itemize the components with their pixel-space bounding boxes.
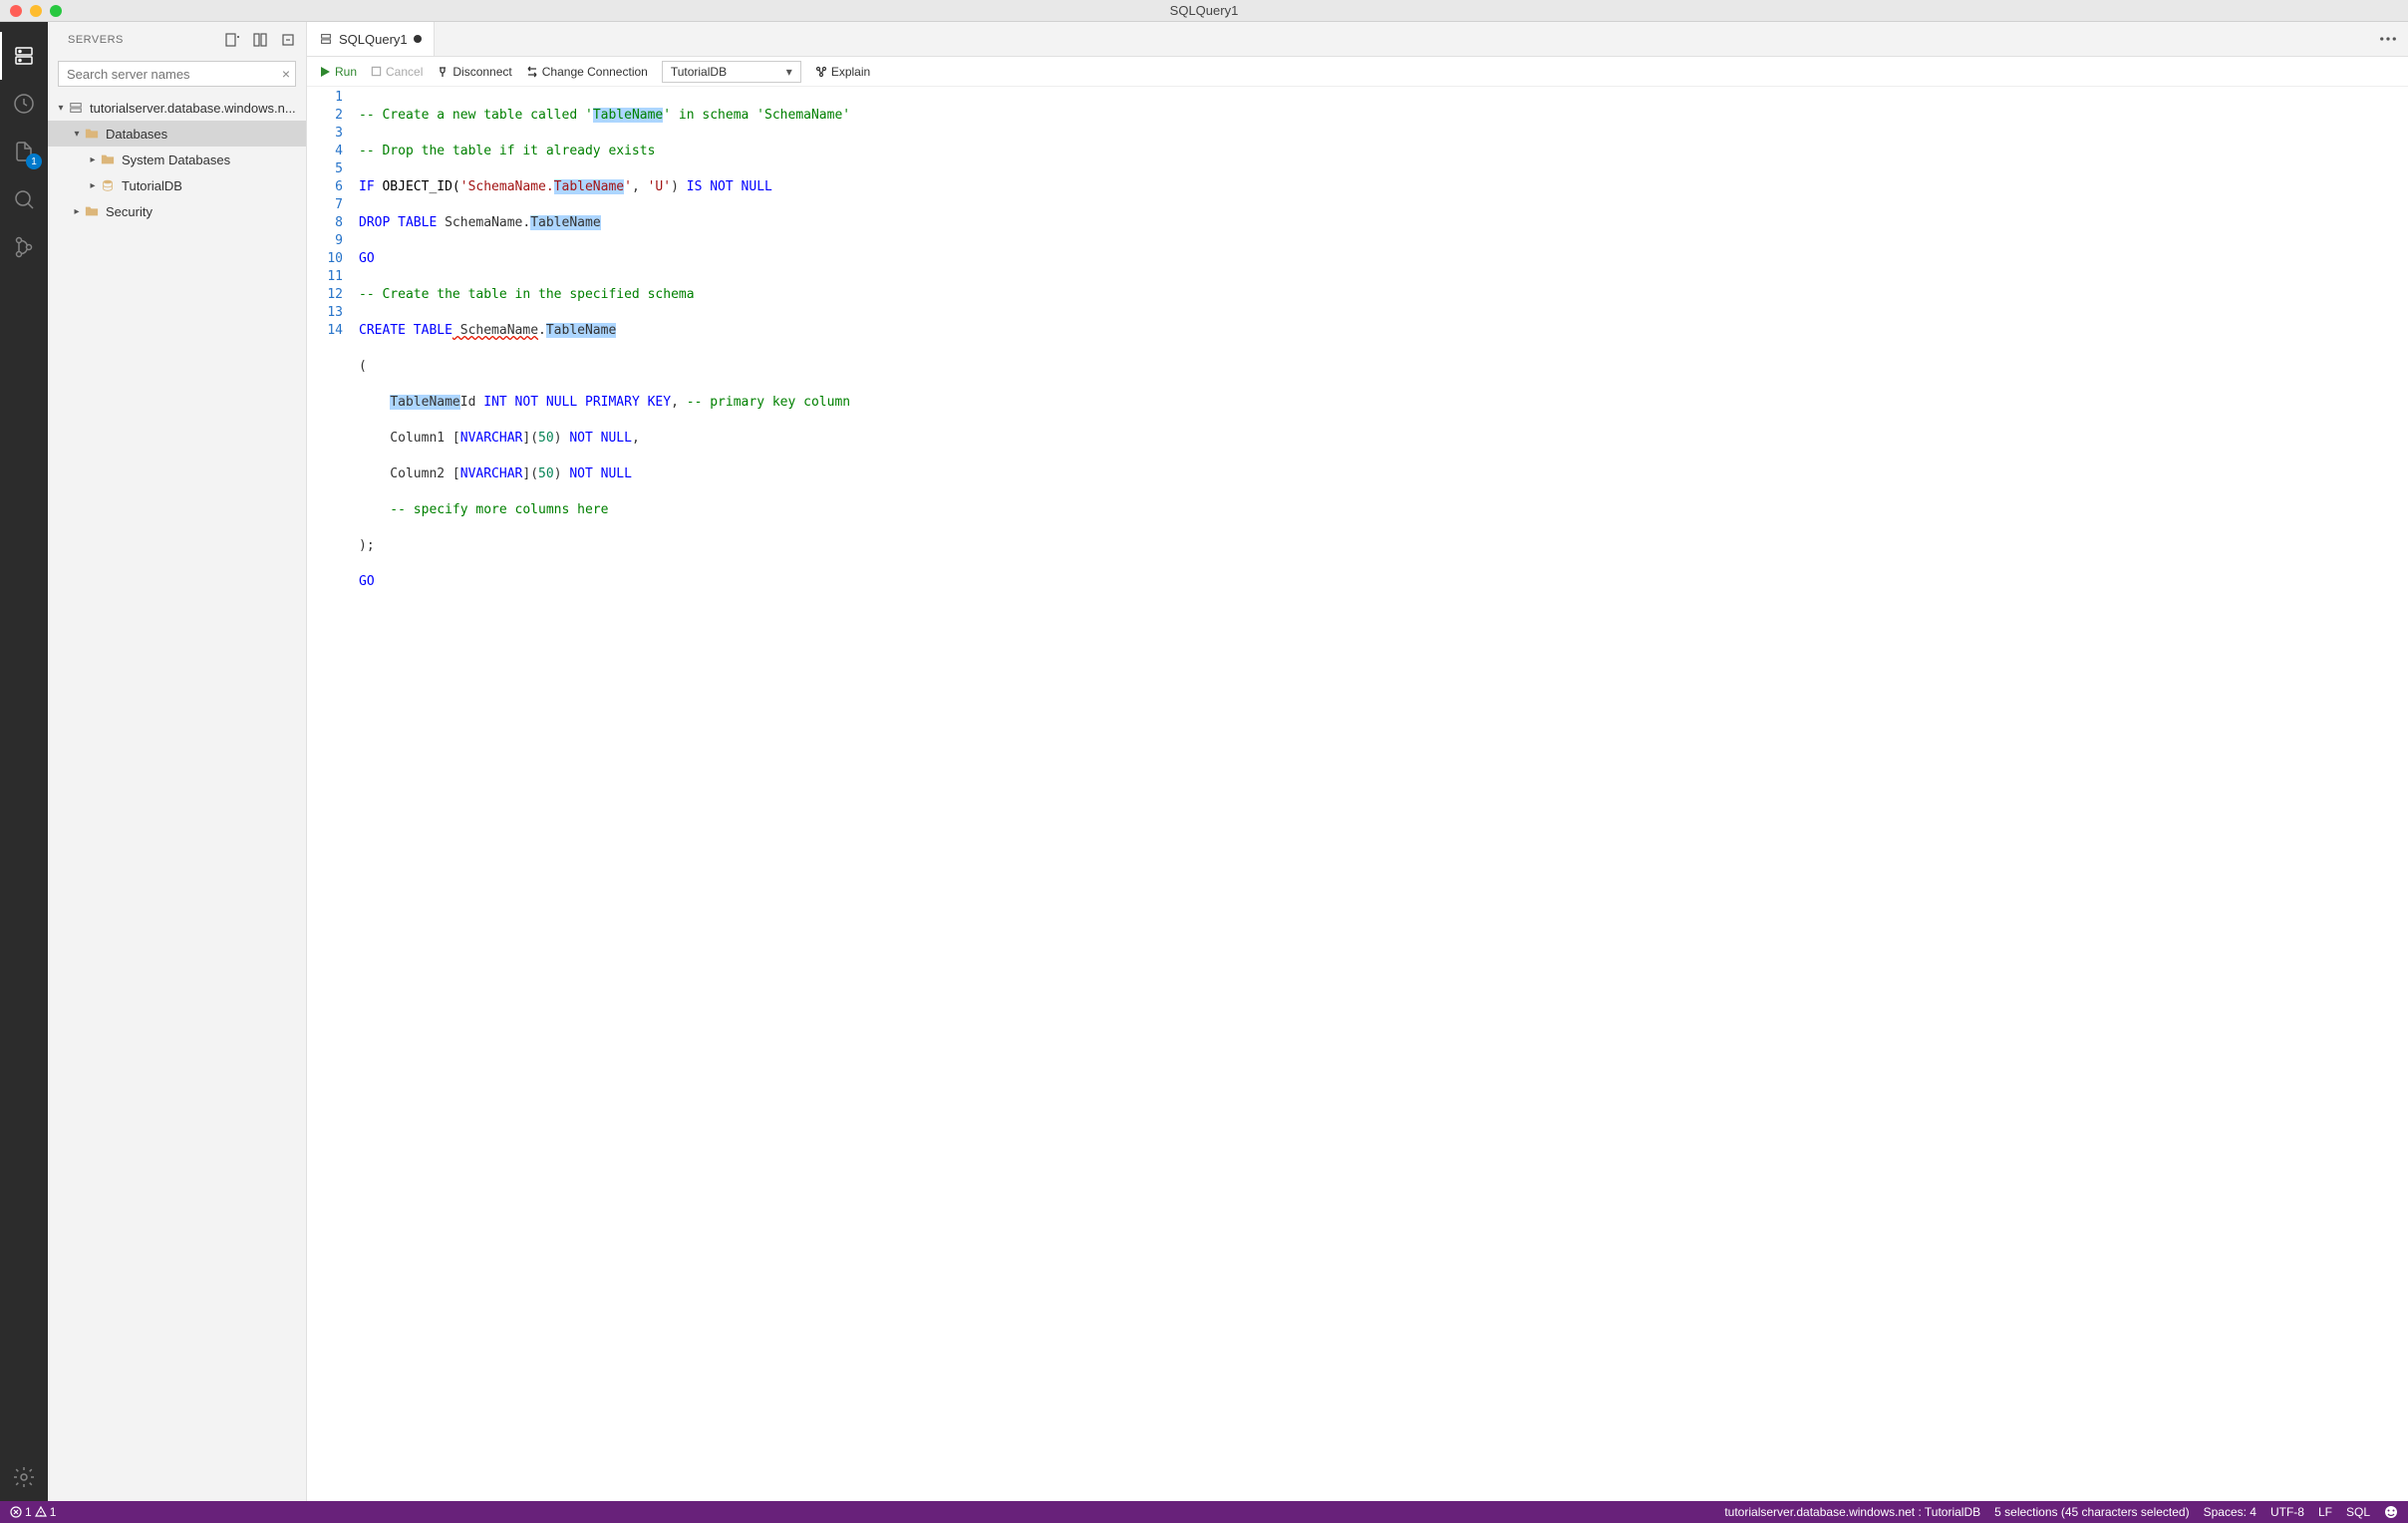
new-connection-icon[interactable]	[224, 32, 240, 48]
status-problems[interactable]: 1 1	[10, 1505, 56, 1519]
new-group-icon[interactable]	[252, 32, 268, 48]
status-eol[interactable]: LF	[2318, 1505, 2332, 1519]
explorer-badge: 1	[26, 153, 42, 169]
minimize-window-button[interactable]	[30, 5, 42, 17]
chevron-right-icon[interactable]: ▸	[72, 206, 82, 217]
status-spaces[interactable]: Spaces: 4	[2204, 1505, 2257, 1519]
sidebar-title: SERVERS	[68, 34, 124, 46]
servers-activity-icon[interactable]	[0, 32, 48, 80]
sidebar-header: SERVERS	[48, 22, 306, 57]
tree-system-databases[interactable]: ▸ System Databases	[48, 147, 306, 172]
explorer-activity-icon[interactable]: 1	[0, 128, 48, 175]
tree-label: tutorialserver.database.windows.n...	[90, 101, 296, 116]
tree-label: Databases	[106, 127, 167, 142]
status-feedback-icon[interactable]	[2384, 1505, 2398, 1519]
code-content[interactable]: -- Create a new table called 'TableName'…	[355, 87, 2408, 1501]
tasks-activity-icon[interactable]	[0, 80, 48, 128]
tree-databases[interactable]: ▾ Databases	[48, 121, 306, 147]
tabbar: SQLQuery1	[307, 22, 2408, 57]
tree-label: Security	[106, 204, 152, 219]
query-toolbar: Run Cancel Disconnect Change Connection …	[307, 57, 2408, 87]
code-editor[interactable]: 1234567891011121314 -- Create a new tabl…	[307, 87, 2408, 1501]
explain-button[interactable]: Explain	[815, 65, 870, 79]
titlebar: SQLQuery1	[0, 0, 2408, 22]
tree-label: System Databases	[122, 152, 230, 167]
search-input[interactable]	[58, 61, 296, 87]
database-icon	[100, 177, 116, 193]
tab-label: SQLQuery1	[339, 32, 408, 47]
server-tree: ▾ tutorialserver.database.windows.n... ▾…	[48, 91, 306, 1501]
status-connection[interactable]: tutorialserver.database.windows.net : Tu…	[1724, 1505, 1980, 1519]
folder-icon	[84, 203, 100, 219]
tabbar-more-icon[interactable]	[2378, 22, 2408, 56]
zoom-window-button[interactable]	[50, 5, 62, 17]
gutter: 1234567891011121314	[307, 87, 355, 1501]
folder-icon	[84, 126, 100, 142]
folder-icon	[100, 152, 116, 167]
status-language[interactable]: SQL	[2346, 1505, 2370, 1519]
clear-search-icon[interactable]: ×	[282, 66, 290, 82]
change-connection-button[interactable]: Change Connection	[526, 65, 648, 79]
statusbar: 1 1 tutorialserver.database.windows.net …	[0, 1501, 2408, 1523]
tree-security[interactable]: ▸ Security	[48, 198, 306, 224]
search-activity-icon[interactable]	[0, 175, 48, 223]
run-button[interactable]: Run	[319, 65, 357, 79]
chevron-right-icon[interactable]: ▸	[88, 154, 98, 165]
settings-activity-icon[interactable]	[0, 1453, 48, 1501]
editor-area: SQLQuery1 Run Cancel Disconnect C	[307, 22, 2408, 1501]
status-encoding[interactable]: UTF-8	[2270, 1505, 2304, 1519]
disconnect-button[interactable]: Disconnect	[437, 65, 511, 79]
tab-sqlquery1[interactable]: SQLQuery1	[307, 22, 435, 56]
status-selections[interactable]: 5 selections (45 characters selected)	[1994, 1505, 2189, 1519]
database-select[interactable]: TutorialDB	[662, 61, 801, 83]
tree-tutorialdb[interactable]: ▸ TutorialDB	[48, 172, 306, 198]
source-control-activity-icon[interactable]	[0, 223, 48, 271]
window-title: SQLQuery1	[1170, 3, 1239, 18]
tree-label: TutorialDB	[122, 178, 182, 193]
chevron-down-icon[interactable]: ▾	[72, 129, 82, 140]
sidebar: SERVERS × ▾	[48, 22, 307, 1501]
activity-bar: 1	[0, 22, 48, 1501]
collapse-all-icon[interactable]	[280, 32, 296, 48]
dirty-indicator-icon	[414, 35, 422, 43]
tree-server[interactable]: ▾ tutorialserver.database.windows.n...	[48, 95, 306, 121]
cancel-button: Cancel	[371, 65, 423, 79]
chevron-right-icon[interactable]: ▸	[88, 180, 98, 191]
server-icon	[68, 100, 84, 116]
window-controls	[0, 5, 62, 17]
close-window-button[interactable]	[10, 5, 22, 17]
file-icon	[319, 32, 333, 46]
chevron-down-icon[interactable]: ▾	[56, 103, 66, 114]
